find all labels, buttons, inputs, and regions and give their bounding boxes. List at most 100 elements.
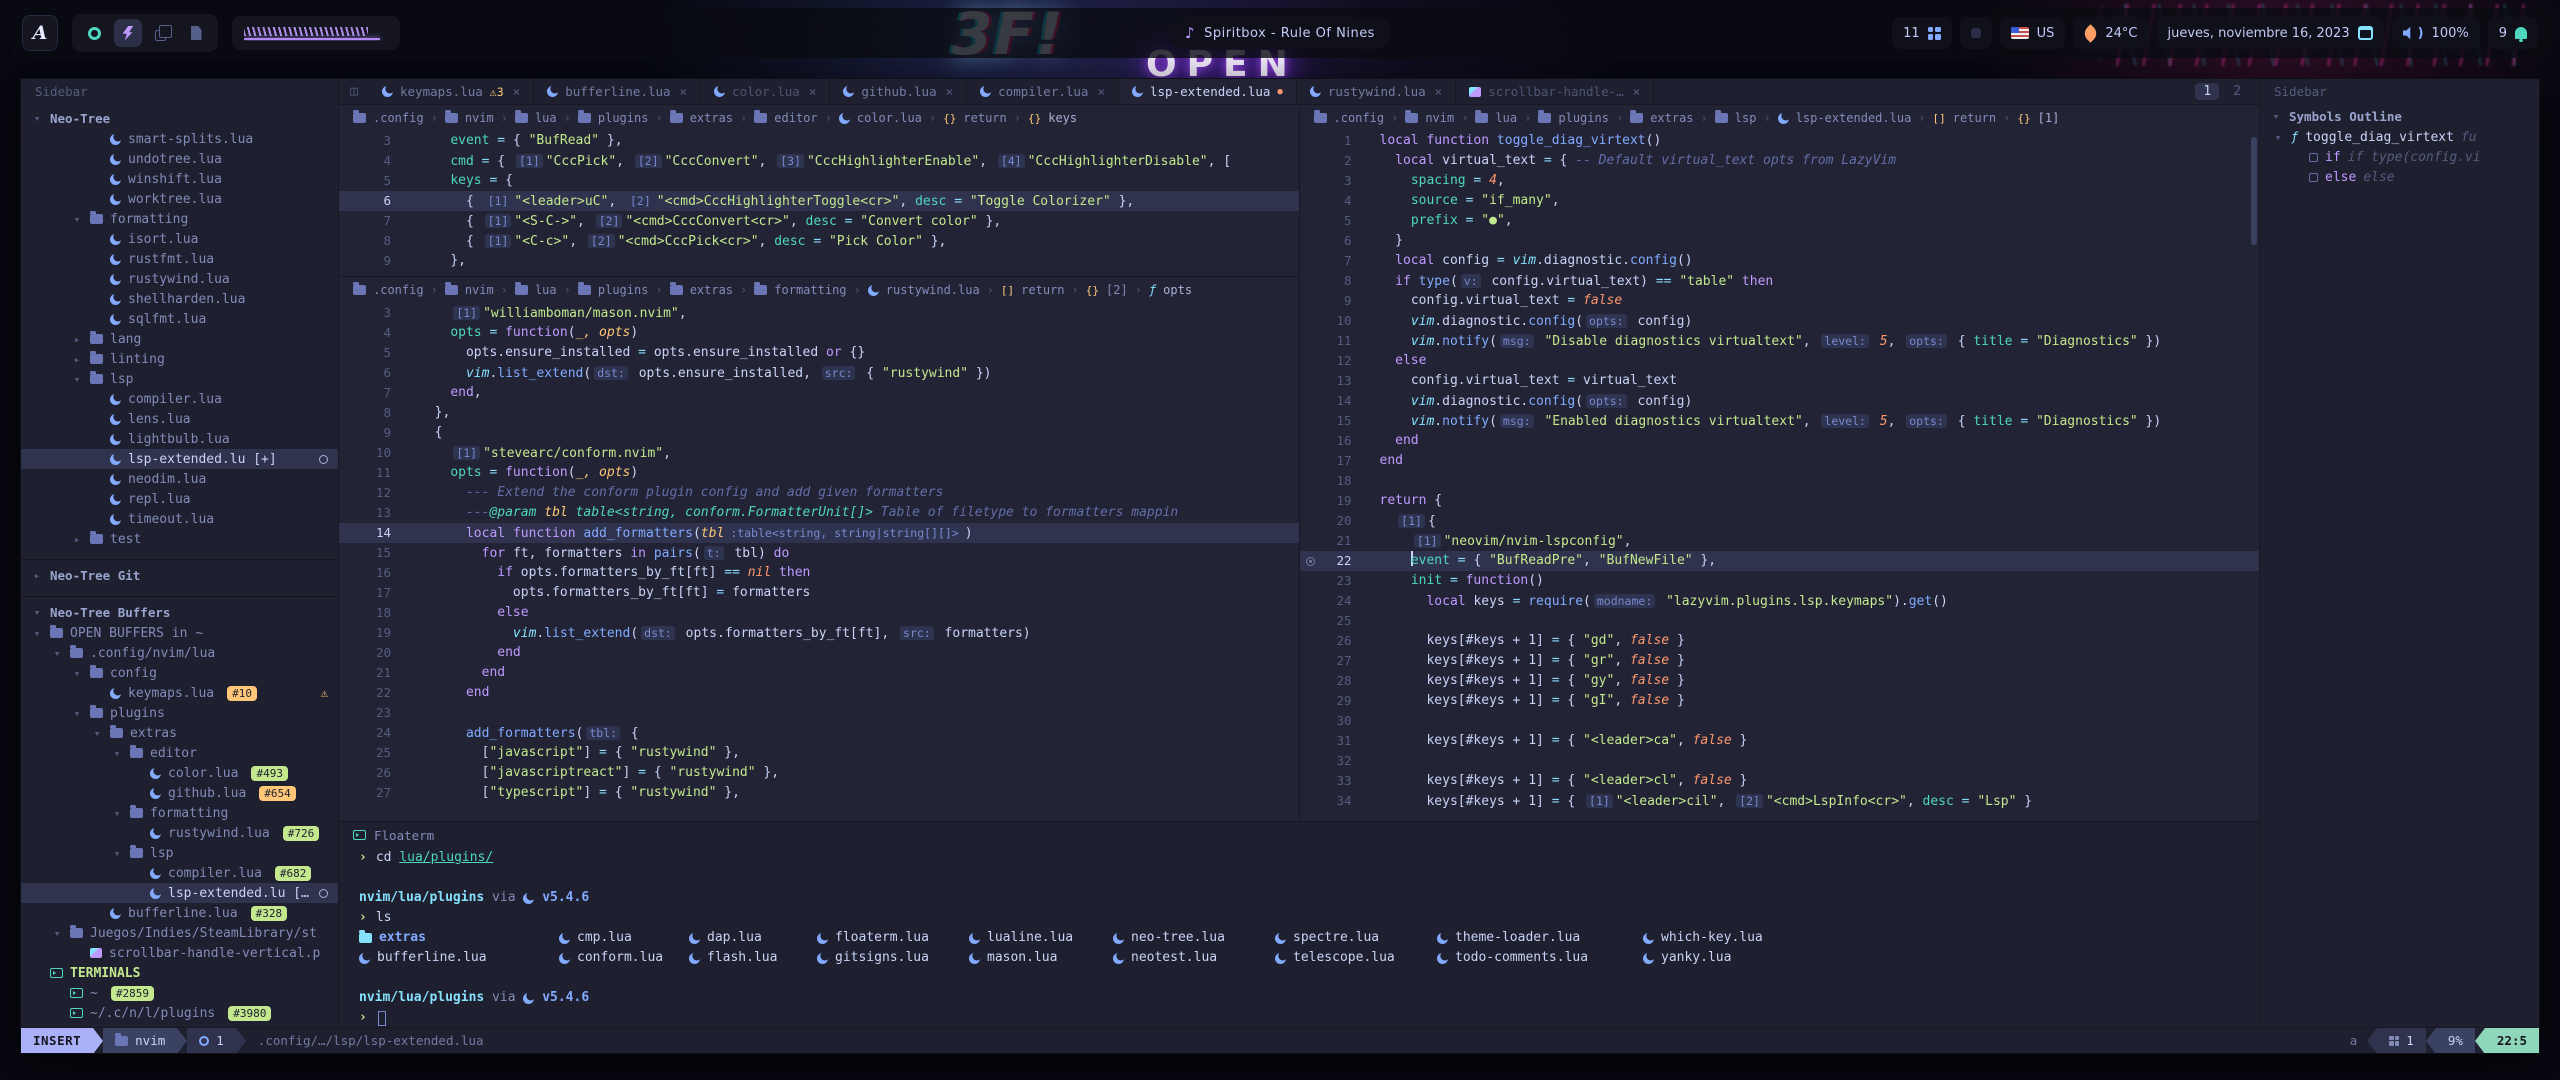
section-header[interactable]: Neo-Tree Buffers [21, 601, 338, 623]
tree-row[interactable]: linting [21, 349, 338, 369]
close-icon[interactable]: × [1097, 84, 1105, 99]
breadcrumb-item[interactable]: .config [373, 111, 424, 125]
tree-row[interactable]: lightbulb.lua [21, 429, 338, 449]
breadcrumb-item[interactable]: nvim [1425, 111, 1454, 125]
section-header[interactable]: Neo-Tree [21, 107, 338, 129]
tree-row[interactable]: rustfmt.lua [21, 249, 338, 269]
breadcrumb-item[interactable]: extras [1650, 111, 1693, 125]
breadcrumb-item[interactable]: lsp-extended.lua [1796, 111, 1912, 125]
tree-row[interactable]: lsp [21, 369, 338, 389]
keyboard-layout-widget[interactable]: US [2000, 17, 2066, 49]
tree-row[interactable]: ~/.c/n/l/plugins#3980 [21, 1003, 338, 1023]
tree-row[interactable]: test [21, 529, 338, 549]
breadcrumb-item[interactable]: nvim [465, 283, 494, 297]
workspace-1-button[interactable] [80, 19, 108, 47]
tabpage-1[interactable]: 1 [2195, 83, 2219, 100]
close-icon[interactable]: × [809, 84, 817, 99]
breadcrumb-item[interactable]: plugins [598, 283, 649, 297]
breadcrumb-item[interactable]: lua [1495, 111, 1517, 125]
breadcrumb-item[interactable]: return [1953, 111, 1996, 125]
breadcrumb-item[interactable]: nvim [465, 111, 494, 125]
tree-row[interactable]: timeout.lua [21, 509, 338, 529]
tree-row[interactable]: winshift.lua [21, 169, 338, 189]
tree-row[interactable]: ~#2859 [21, 983, 338, 1003]
tab-keymaps-lua[interactable]: keymaps.lua⚠3× [369, 79, 534, 104]
breadcrumb-item[interactable]: color.lua [857, 111, 922, 125]
tree-row[interactable]: worktree.lua [21, 189, 338, 209]
breadcrumb-item[interactable]: rustywind.lua [886, 283, 980, 297]
close-icon[interactable]: × [1435, 84, 1443, 99]
tree-row[interactable]: extras [21, 723, 338, 743]
tree-row[interactable]: lsp-extended.lu [+] [21, 883, 338, 903]
breadcrumb-item[interactable]: return [963, 111, 1006, 125]
tree-row[interactable]: .config/nvim/lua [21, 643, 338, 663]
tree-row[interactable]: compiler.lua#682 [21, 863, 338, 883]
tree-row[interactable]: sqlfmt.lua [21, 309, 338, 329]
tree-row[interactable]: shellharden.lua [21, 289, 338, 309]
close-icon[interactable]: × [680, 84, 688, 99]
tray-icon-button[interactable] [1960, 17, 1992, 49]
tree-row[interactable]: github.lua#654 [21, 783, 338, 803]
tree-row[interactable]: repl.lua [21, 489, 338, 509]
tree-row[interactable]: lsp-extended.lu [+] [21, 449, 338, 469]
workspace-2-button[interactable] [114, 19, 142, 47]
scrollbar[interactable] [2251, 137, 2257, 245]
breadcrumb-item[interactable]: [2] [1106, 283, 1128, 297]
tree-row[interactable]: lang [21, 329, 338, 349]
cwd-segment[interactable]: nvim [103, 1028, 177, 1054]
tab-github-lua[interactable]: github.lua× [830, 79, 967, 104]
workspace-3-button[interactable] [148, 19, 176, 47]
tree-row[interactable]: editor [21, 743, 338, 763]
breadcrumb-item[interactable]: extras [690, 111, 733, 125]
breadcrumb-item[interactable]: plugins [1558, 111, 1609, 125]
code-area[interactable]: 3 [1]"williamboman/mason.nvim",4 opts = … [339, 303, 1299, 821]
close-icon[interactable]: × [1633, 84, 1641, 99]
tab-compiler-lua[interactable]: compiler.lua× [967, 79, 1119, 104]
pane-lsp-extended-lua[interactable]: .config›nvim›lua›plugins›extras›lsp›lsp-… [1300, 105, 2260, 821]
breadcrumb-item[interactable]: editor [774, 111, 817, 125]
now-playing-widget[interactable]: ♪ Spiritbox - Rule Of Nines [1169, 17, 1391, 49]
breadcrumb-item[interactable]: .config [1334, 111, 1385, 125]
breadcrumb-item[interactable]: keys [1048, 111, 1077, 125]
breadcrumb-item[interactable]: [1] [2038, 111, 2060, 125]
workspace-4-button[interactable] [182, 19, 210, 47]
section-header[interactable]: Neo-Tree Git [21, 564, 338, 586]
tree-row[interactable]: formatting [21, 803, 338, 823]
breadcrumb-item[interactable]: return [1021, 283, 1064, 297]
tree-row[interactable]: Juegos/Indies/SteamLibrary/st [21, 923, 338, 943]
tree-row[interactable]: color.lua#493 [21, 763, 338, 783]
tree-row[interactable]: config [21, 663, 338, 683]
tree-row[interactable]: bufferline.lua#328 [21, 903, 338, 923]
tree-row[interactable]: plugins [21, 703, 338, 723]
breadcrumb-item[interactable]: plugins [598, 111, 649, 125]
close-icon[interactable]: × [946, 84, 954, 99]
tree-row[interactable]: isort.lua [21, 229, 338, 249]
breadcrumb-item[interactable]: .config [373, 283, 424, 297]
tree-row[interactable]: undotree.lua [21, 149, 338, 169]
tree-row[interactable]: keymaps.lua#10 [21, 683, 338, 703]
volume-widget[interactable]: ) 100% [2392, 17, 2480, 49]
outline-header[interactable]: Symbols Outline [2260, 105, 2539, 127]
window-count-widget[interactable]: 11 [1892, 17, 1952, 49]
breadcrumb-item[interactable]: lsp [1735, 111, 1757, 125]
tree-row[interactable]: scrollbar-handle-vertical.p [21, 943, 338, 963]
outline-item[interactable]: elseelse [2260, 167, 2539, 187]
pane-color-lua[interactable]: .config›nvim›lua›plugins›extras›editor›c… [339, 105, 1299, 277]
tab-rustywind-lua[interactable]: rustywind.lua× [1297, 79, 1456, 104]
breadcrumb-item[interactable]: extras [690, 283, 733, 297]
clock-widget[interactable]: jueves, noviembre 16, 2023 [2157, 17, 2384, 49]
panel-toggle-icon[interactable] [339, 79, 369, 104]
tab-lsp-extended-lua[interactable]: lsp-extended.lua● [1119, 79, 1297, 104]
pane-rustywind-lua[interactable]: .config›nvim›lua›plugins›extras›formatti… [339, 277, 1299, 821]
breadcrumb-item[interactable]: formatting [774, 283, 846, 297]
tree-row[interactable]: lens.lua [21, 409, 338, 429]
breadcrumb-item[interactable]: lua [535, 283, 557, 297]
tree-row[interactable]: smart-splits.lua [21, 129, 338, 149]
notifications-widget[interactable]: 9 [2488, 17, 2538, 49]
tree-row[interactable]: lsp [21, 843, 338, 863]
outline-item[interactable]: toggle_diag_virtextfu [2260, 127, 2539, 147]
tab-scrollbar-handle-[interactable]: scrollbar-handle-…× [1456, 79, 1654, 104]
tree-row[interactable]: TERMINALS [21, 963, 338, 983]
weather-widget[interactable]: 24°C [2073, 17, 2148, 49]
tree-row[interactable]: compiler.lua [21, 389, 338, 409]
